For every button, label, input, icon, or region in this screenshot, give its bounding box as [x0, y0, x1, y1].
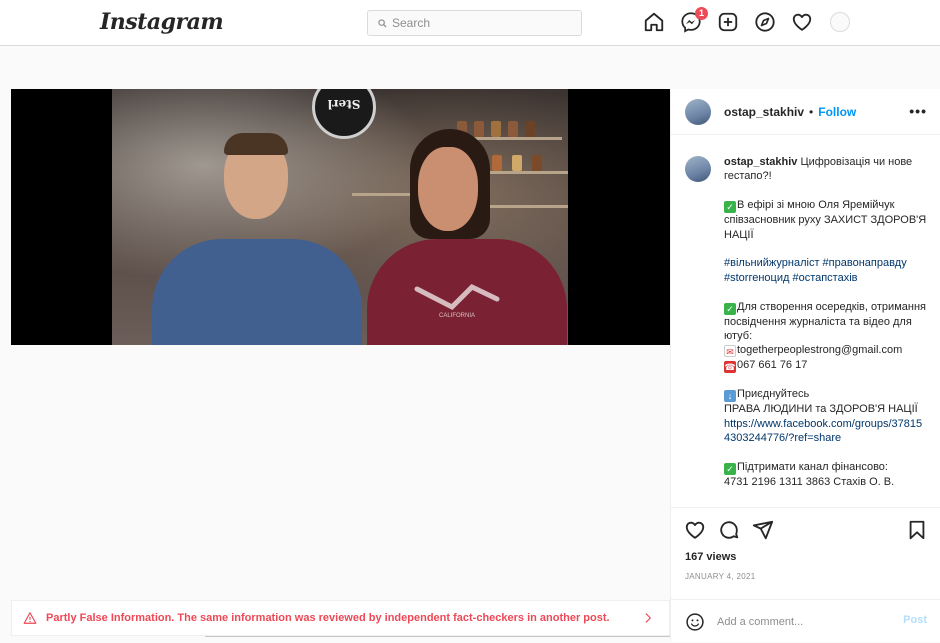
- checkmark-icon: ✓: [724, 201, 736, 214]
- checkmark-icon: ✓: [724, 462, 736, 475]
- bottom-divider: [205, 636, 670, 637]
- caption-phone: 067 661 76 17: [737, 358, 808, 371]
- caption-text: ostap_stakhiv Цифровізація чи нове геста…: [724, 155, 927, 507]
- search-icon: [378, 18, 387, 28]
- woman-head: [418, 147, 478, 231]
- caption-support-label: Підтримати канал фінансово:: [737, 460, 888, 473]
- coffee-jar: [491, 121, 501, 137]
- post-side-panel: ostap_stakhiv • Follow ••• ostap_stakhiv…: [670, 89, 940, 642]
- separator-dot: •: [809, 104, 814, 119]
- comment-bar: Post: [671, 599, 940, 643]
- chevron-right-icon[interactable]: [641, 611, 655, 625]
- post-date[interactable]: JANUARY 4, 2021: [685, 572, 755, 581]
- messenger-icon[interactable]: 1: [680, 7, 708, 33]
- fact-check-banner[interactable]: Partly False Information. The same infor…: [11, 600, 670, 636]
- caption-author-avatar[interactable]: [685, 156, 711, 182]
- messages-badge: 1: [695, 7, 708, 20]
- top-navigation-bar: Instagram 1: [0, 0, 940, 46]
- instagram-logo[interactable]: Instagram: [100, 9, 224, 35]
- post-caption: ostap_stakhiv Цифровізація чи нове геста…: [671, 136, 940, 507]
- emoji-icon[interactable]: [685, 612, 705, 632]
- caption-group-name: ПРАВА ЛЮДИНИ та ЗДОРОВ'Я НАЦІЇ: [724, 403, 918, 416]
- nav-icons: 1: [643, 7, 850, 33]
- new-post-icon[interactable]: [717, 11, 739, 33]
- caption-card-number: 4731 2196 1311 3863 Стахів О. В.: [724, 475, 895, 488]
- hoodie-text: CALIFORNIA: [439, 313, 475, 319]
- action-icons: [684, 519, 774, 541]
- author-avatar[interactable]: [685, 98, 711, 125]
- caption-email: togetherpeoplestrong@gmail.com: [737, 344, 903, 357]
- man-hair: [224, 133, 288, 155]
- caption-contact-intro: Для створення осередків, отримання посві…: [724, 300, 926, 343]
- coffee-jar: [525, 121, 535, 137]
- like-heart-icon[interactable]: [684, 519, 706, 541]
- hoodie-logo: CALIFORNIA: [414, 283, 500, 319]
- coffee-jar: [508, 121, 518, 137]
- mail-icon: ✉: [724, 345, 736, 358]
- post-comment-button[interactable]: Post: [903, 614, 927, 626]
- home-icon[interactable]: [643, 11, 665, 33]
- view-count[interactable]: 167 views: [685, 551, 736, 563]
- share-icon[interactable]: [752, 519, 774, 541]
- video-frame[interactable]: Sterl Coffee CALIFORNIA: [112, 89, 568, 345]
- save-bookmark-icon[interactable]: [906, 519, 928, 541]
- coffee-jar: [512, 155, 522, 171]
- caption-hashtags[interactable]: #вільнийжурналіст #правонаправду #storге…: [724, 256, 927, 285]
- follow-button[interactable]: Follow: [818, 105, 856, 119]
- explore-compass-icon[interactable]: [754, 11, 776, 33]
- comment-input[interactable]: [717, 615, 897, 628]
- profile-avatar-button[interactable]: [828, 11, 850, 33]
- post-media[interactable]: Sterl Coffee CALIFORNIA: [11, 89, 670, 345]
- warning-triangle-icon: [23, 612, 37, 624]
- coffee-jar: [474, 121, 484, 137]
- caption-intro: В ефірі зі мною Оля Яремійчук співзаснов…: [724, 199, 927, 241]
- caption-username[interactable]: ostap_stakhiv: [724, 156, 797, 168]
- shelf: [352, 193, 412, 196]
- checkmark-icon: ✓: [724, 302, 736, 315]
- author-username[interactable]: ostap_stakhiv: [724, 105, 804, 119]
- caption-group-link[interactable]: https://www.facebook.com/groups/37815430…: [724, 418, 922, 444]
- coffee-jar: [532, 155, 542, 171]
- search-input[interactable]: [392, 16, 572, 30]
- fact-check-text: Partly False Information. The same infor…: [46, 612, 610, 624]
- caption-join-label: Приєднуйтесь: [737, 388, 810, 401]
- post-actions: 167 views JANUARY 4, 2021 Post: [671, 507, 940, 642]
- activity-heart-icon[interactable]: [791, 11, 813, 33]
- man-figure: [152, 239, 362, 345]
- profile-avatar: [829, 12, 850, 32]
- coffee-jar: [492, 155, 502, 171]
- down-arrow-icon: ↓: [724, 390, 736, 403]
- more-options-icon[interactable]: •••: [909, 103, 927, 119]
- search-box[interactable]: [367, 10, 582, 36]
- phone-icon: ☎: [724, 360, 736, 373]
- comment-icon[interactable]: [718, 519, 740, 541]
- post-header: ostap_stakhiv • Follow •••: [671, 89, 940, 135]
